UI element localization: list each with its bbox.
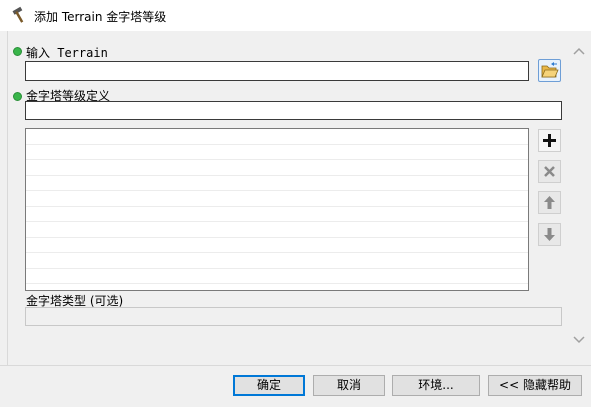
browse-button[interactable] [538,59,561,82]
remove-row-button[interactable] [538,160,561,183]
add-row-button[interactable] [538,129,561,152]
list-row[interactable] [26,176,528,191]
scroll-down-icon[interactable] [572,332,586,346]
move-up-button[interactable] [538,191,561,214]
cancel-button[interactable]: 取消 [313,375,385,396]
footer-divider [0,365,591,366]
arrow-up-icon [539,196,560,216]
scroll-up-icon[interactable] [572,45,586,59]
hammer-icon [10,6,30,24]
title-bar: 添加 Terrain 金字塔等级 [0,0,591,31]
window-title: 添加 Terrain 金字塔等级 [34,10,167,24]
list-row[interactable] [26,145,528,160]
hide-help-button[interactable]: << 隐藏帮助 [488,375,582,396]
list-row[interactable] [26,253,528,269]
list-row[interactable] [26,222,528,238]
pyramid-level-list[interactable] [25,128,529,291]
list-row[interactable] [26,269,528,284]
required-dot-icon [13,47,22,56]
plus-icon [539,134,560,154]
required-dot-icon [13,92,22,101]
pyramid-def-field[interactable] [25,101,562,120]
list-row[interactable] [26,207,528,222]
list-row[interactable] [26,238,528,253]
ok-button[interactable]: 确定 [233,375,305,396]
list-row[interactable] [26,129,528,145]
environments-button[interactable]: 环境... [392,375,480,396]
pyramid-type-field[interactable] [25,307,562,326]
list-row[interactable] [26,191,528,207]
x-icon [539,166,560,185]
dialog-client: 输入 Terrain 金字塔等级定义 金字塔类型 (可选) 确定 取消 环境..… [0,31,591,407]
input-terrain-field[interactable] [25,61,529,81]
move-down-button[interactable] [538,223,561,246]
input-terrain-label: 输入 Terrain [26,46,108,60]
arrow-down-icon [539,228,560,248]
open-folder-icon [539,62,560,84]
list-row[interactable] [26,160,528,176]
left-border [7,31,8,365]
